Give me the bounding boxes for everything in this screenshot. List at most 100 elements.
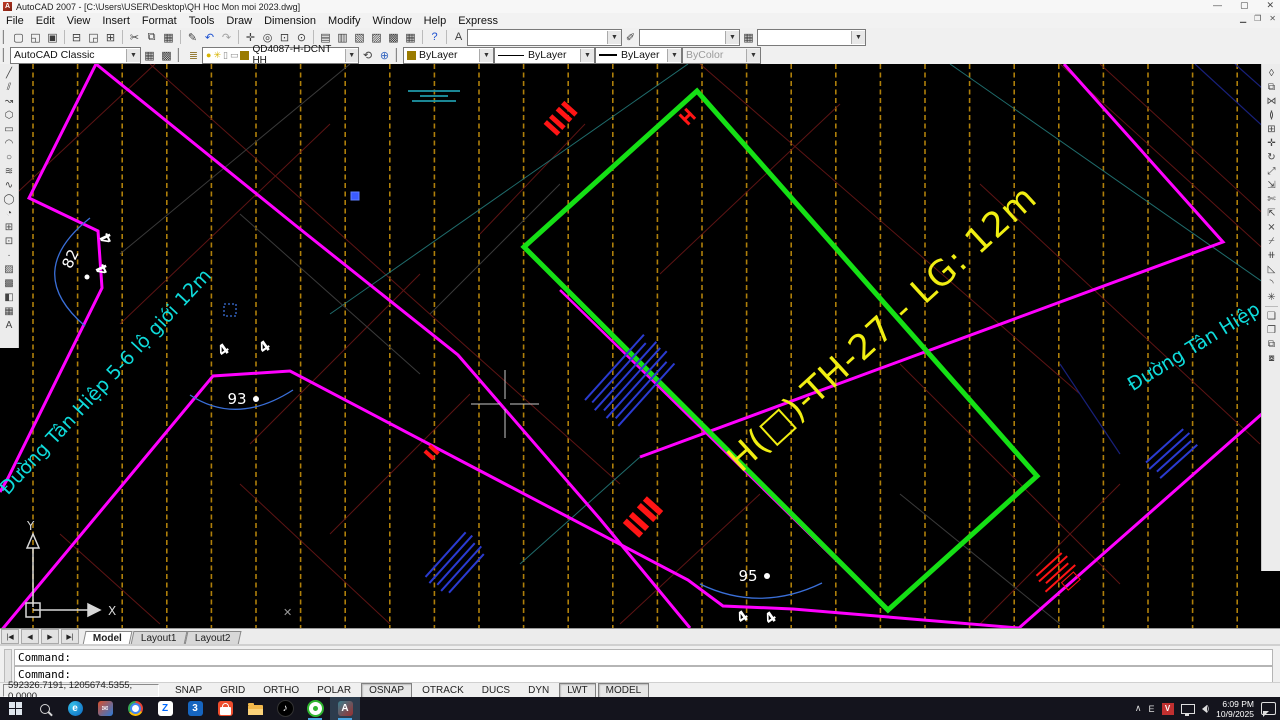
tray-unikey-icon[interactable]: V — [1162, 703, 1174, 715]
menu-item[interactable]: Window — [366, 15, 417, 27]
modify-tool-icon[interactable]: ◝ — [1264, 276, 1279, 290]
toolbar-icon[interactable]: ⊞ — [102, 29, 119, 45]
workspace-settings-icon[interactable]: ▦ — [141, 47, 158, 63]
layer-plot-icon[interactable]: ▭ — [230, 50, 239, 61]
road-polylines[interactable] — [0, 64, 1280, 628]
tray-volume-icon[interactable]: ) — [1202, 704, 1210, 713]
toolbar-icon[interactable]: ▩ — [385, 29, 402, 45]
toolbar-icon[interactable] — [238, 30, 239, 44]
toolbar-icon[interactable]: ⊡ — [276, 29, 293, 45]
modify-tool-icon[interactable]: ✳ — [1264, 290, 1279, 304]
toolbar-icon[interactable]: ↷ — [218, 29, 235, 45]
toolbar-icon[interactable]: ▦ — [402, 29, 419, 45]
toolbar-icon[interactable] — [422, 30, 423, 44]
status-toggle-button[interactable]: GRID — [212, 683, 253, 698]
menu-item[interactable]: File — [0, 15, 30, 27]
status-toggle-button[interactable]: POLAR — [309, 683, 359, 698]
taskbar-shopee-icon[interactable] — [210, 697, 240, 720]
layout-tab[interactable]: Layout2 — [185, 631, 242, 645]
draw-tool-icon[interactable]: ◯ — [2, 192, 17, 206]
toolbar-icon[interactable]: ✂ — [126, 29, 143, 45]
toolbar-grip[interactable] — [2, 30, 7, 44]
chevron-down-icon[interactable]: ▼ — [667, 49, 681, 62]
toolbar-grip[interactable] — [395, 48, 400, 62]
menu-item[interactable]: Draw — [220, 15, 258, 27]
make-layer-current-icon[interactable]: ⊕ — [376, 47, 393, 63]
toolbar-icon[interactable]: ▥ — [334, 29, 351, 45]
layer-properties-icon[interactable]: ≣ — [185, 47, 202, 63]
draw-tool-icon[interactable]: · — [2, 248, 17, 262]
menu-item[interactable]: Insert — [96, 15, 136, 27]
tab-nav-button[interactable]: ◀ — [21, 629, 39, 644]
draw-tool-icon[interactable]: ╱ — [2, 66, 17, 80]
menu-item[interactable]: Help — [418, 15, 453, 27]
layer-lock-icon[interactable]: ▯ — [223, 50, 228, 61]
taskbar-explorer-icon[interactable] — [240, 697, 270, 720]
toolbar-icon[interactable]: ▦ — [160, 29, 177, 45]
color-combo[interactable]: ByLayer ▼ — [403, 47, 494, 64]
chevron-down-icon[interactable]: ▼ — [607, 31, 621, 44]
taskbar-zalopc-icon[interactable] — [300, 697, 330, 720]
modify-tool-icon[interactable]: ⧺ — [1264, 248, 1279, 262]
modify-tool-icon[interactable]: ≬ — [1264, 108, 1279, 122]
draw-tool-icon[interactable]: ◧ — [2, 290, 17, 304]
selection-grip[interactable] — [351, 192, 359, 200]
chevron-down-icon[interactable]: ▼ — [580, 49, 594, 62]
linetype-combo[interactable]: ByLayer ▼ — [494, 47, 595, 64]
draw-tool-icon[interactable]: ▦ — [2, 304, 17, 318]
angle-82-label[interactable]: 82 — [58, 246, 82, 271]
status-toggle-button[interactable]: SNAP — [167, 683, 210, 698]
chevron-down-icon[interactable]: ▼ — [851, 31, 865, 44]
modify-tool-icon[interactable]: ✄ — [1264, 192, 1279, 206]
taskbar-mail-icon[interactable]: ✉ — [90, 697, 120, 720]
draw-tool-icon[interactable]: ⊡ — [2, 234, 17, 248]
angle-95-label[interactable]: 95 — [738, 567, 757, 585]
menu-item[interactable]: Edit — [30, 15, 61, 27]
toolbar-icon[interactable]: ▢ — [10, 29, 27, 45]
toolbar-icon[interactable]: ⊟ — [68, 29, 85, 45]
status-toggle-button[interactable]: DUCS — [474, 683, 518, 698]
draw-tool-icon[interactable]: ▩ — [2, 276, 17, 290]
taskbar-search-icon[interactable] — [30, 697, 60, 720]
toolbar-icon[interactable] — [313, 30, 314, 44]
road-right-label[interactable]: Đường Tân Hiệp — [1124, 298, 1264, 396]
lineweight-combo[interactable]: ByLayer ▼ — [595, 47, 682, 64]
menu-item[interactable]: Tools — [183, 15, 221, 27]
toolbar-grip[interactable] — [177, 48, 182, 62]
dim-style-icon[interactable]: ✐ — [622, 29, 639, 45]
toolbar-icon[interactable] — [64, 30, 65, 44]
toolbar-icon[interactable]: ↶ — [201, 29, 218, 45]
dim-style-combo[interactable]: ▼ — [639, 29, 740, 46]
draw-tool-icon[interactable]: ◔ — [2, 206, 17, 220]
toolbar-icon[interactable]: ✛ — [242, 29, 259, 45]
action-center-icon[interactable] — [1261, 702, 1276, 715]
my-workspace-icon[interactable]: ▩ — [158, 47, 175, 63]
modify-tool-icon[interactable]: ⊞ — [1264, 122, 1279, 136]
layer-on-icon[interactable]: ● — [206, 50, 211, 60]
toolbar-icon[interactable] — [180, 30, 181, 44]
taskbar-tiktok-icon[interactable]: ♪ — [270, 697, 300, 720]
close-button[interactable]: ✕ — [1266, 0, 1274, 11]
text-style-combo[interactable]: ▼ — [467, 29, 622, 46]
minimize-button[interactable]: — — [1213, 0, 1222, 11]
toolbar-icon[interactable] — [122, 30, 123, 44]
draw-tool-icon[interactable]: A — [2, 318, 17, 332]
angle-93-label[interactable]: 93 — [227, 390, 246, 408]
layer-freeze-icon[interactable]: ✳ — [213, 50, 221, 61]
toolbar-icon[interactable]: ⊙ — [293, 29, 310, 45]
layout-tab[interactable]: Layout1 — [130, 631, 187, 645]
draw-tool-icon[interactable]: ∿ — [2, 178, 17, 192]
taskbar-calendar-icon[interactable]: 3 — [180, 697, 210, 720]
layout-tab[interactable]: Model — [83, 631, 133, 645]
status-toggle-button[interactable]: DYN — [520, 683, 557, 698]
draworder-tool-icon[interactable]: ❏ — [1264, 309, 1279, 323]
mdi-restore-button[interactable]: ❐ — [1254, 14, 1261, 23]
draw-tool-icon[interactable]: ⬡ — [2, 108, 17, 122]
modify-tool-icon[interactable]: ⌿ — [1264, 234, 1279, 248]
menu-item[interactable]: Express — [452, 15, 504, 27]
layer-combo[interactable]: ● ✳ ▯ ▭ QD4087-H-DCNT HH ▼ — [202, 47, 359, 64]
toolbar-icon[interactable]: ? — [426, 29, 443, 45]
modify-tool-icon[interactable]: ✛ — [1264, 136, 1279, 150]
toolbar-icon[interactable]: ▣ — [44, 29, 61, 45]
toolbar-icon[interactable]: ▤ — [317, 29, 334, 45]
